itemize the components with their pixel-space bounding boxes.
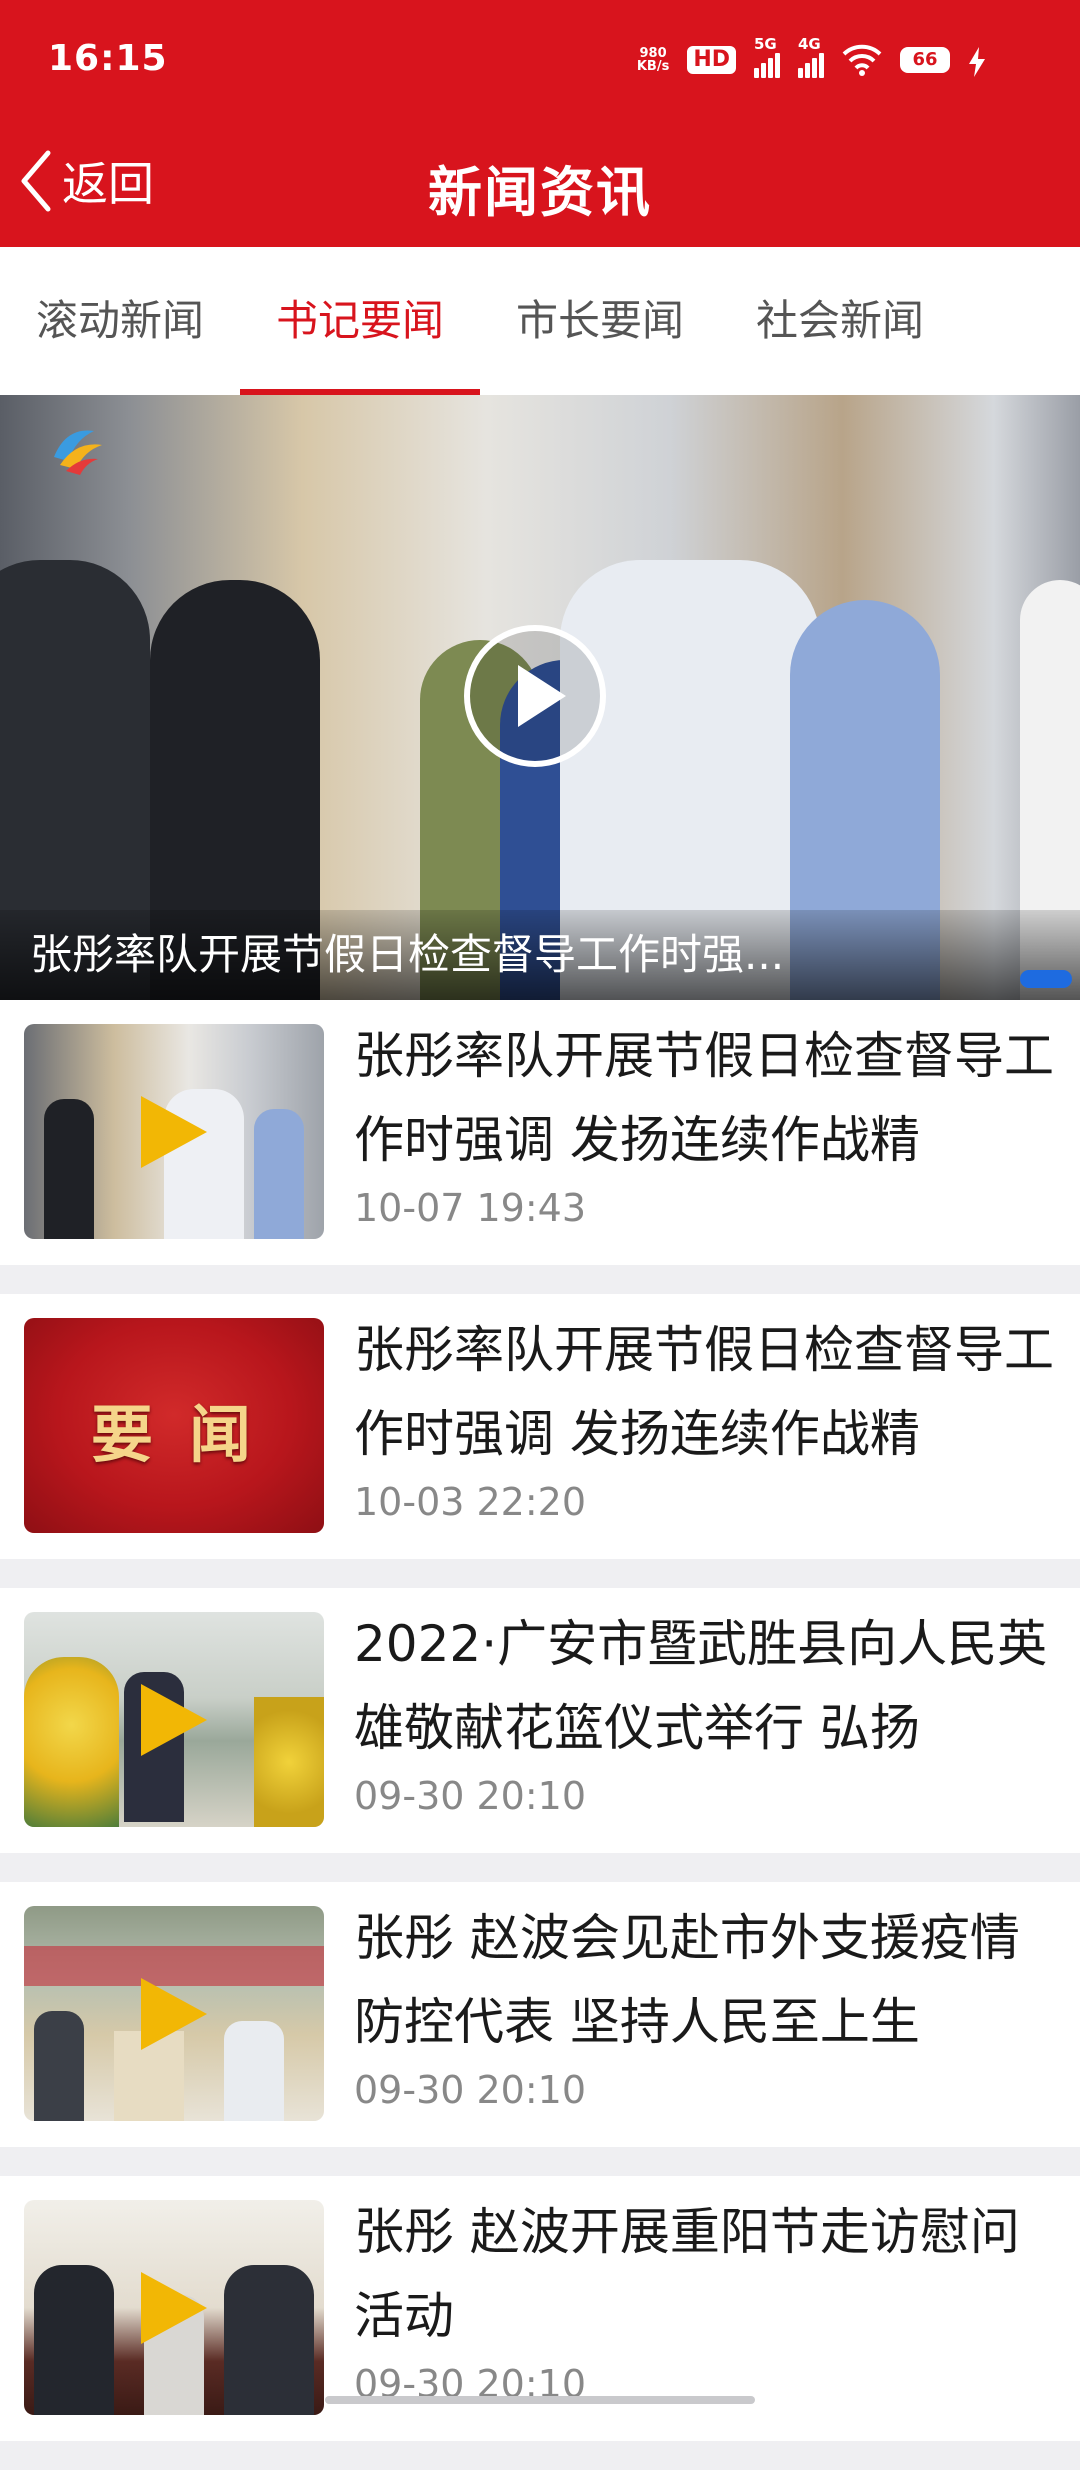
wifi-icon bbox=[842, 44, 882, 76]
news-title: 2022·广安市暨武胜县向人民英雄敬献花篮仪式举行 弘扬 bbox=[354, 1615, 1048, 1757]
play-icon[interactable] bbox=[462, 623, 608, 769]
news-thumbnail: 要闻 bbox=[24, 1318, 324, 1533]
news-list: 张彤率队开展节假日检查督导工作时强调 发扬连续作战精 10-07 19:43 要… bbox=[0, 1000, 1080, 2470]
news-title: 张彤 赵波会见赴市外支援疫情防控代表 坚持人民至上生 bbox=[354, 1909, 1020, 2051]
category-tabs: 滚动新闻 书记要闻 市长要闻 社会新闻 bbox=[0, 247, 1080, 395]
news-date: 10-07 19:43 bbox=[354, 1186, 587, 1230]
list-item[interactable]: 张彤率队开展节假日检查督导工作时强调 发扬连续作战精 10-07 19:43 bbox=[0, 1000, 1080, 1265]
tab-rolling-news[interactable]: 滚动新闻 bbox=[0, 247, 240, 395]
news-thumbnail bbox=[24, 1906, 324, 2121]
status-time: 16:15 bbox=[48, 38, 168, 79]
list-item[interactable]: 要闻 张彤率队开展节假日检查督导工作时强调 发扬连续作战精 10-03 22:2… bbox=[0, 1294, 1080, 1559]
featured-video-banner[interactable]: 张彤率队开展节假日检查督导工作时强... bbox=[0, 395, 1080, 1000]
news-title: 张彤 赵波开展重阳节走访慰问活动 bbox=[354, 2203, 1020, 2345]
app-header: 16:15 980 KB/s HD 5G 4G 66 返回 新闻资讯 bbox=[0, 0, 1080, 247]
tab-mayor-news[interactable]: 市长要闻 bbox=[480, 247, 720, 395]
news-date: 09-30 20:10 bbox=[354, 1774, 587, 1818]
signal-5g-icon: 5G bbox=[754, 35, 780, 78]
news-thumbnail bbox=[24, 2200, 324, 2415]
news-date: 10-03 22:20 bbox=[354, 1480, 587, 1524]
list-item[interactable]: 张彤 赵波会见赴市外支援疫情防控代表 坚持人民至上生 09-30 20:10 bbox=[0, 1882, 1080, 2147]
battery-icon: 66 bbox=[900, 47, 950, 73]
thumbnail-text: 要闻 bbox=[90, 1398, 287, 1471]
video-play-icon bbox=[141, 1684, 207, 1756]
hd-voice-icon: HD bbox=[687, 46, 736, 74]
signal-4g-icon: 4G bbox=[798, 35, 824, 78]
carousel-indicator bbox=[1020, 970, 1072, 988]
status-bar: 16:15 980 KB/s HD 5G 4G 66 bbox=[0, 0, 1080, 120]
video-play-icon bbox=[141, 1978, 207, 2050]
news-title: 张彤率队开展节假日检查督导工作时强调 发扬连续作战精 bbox=[354, 1027, 1054, 1169]
home-indicator[interactable] bbox=[325, 2396, 755, 2404]
channel-logo-icon bbox=[54, 430, 102, 475]
page-title: 新闻资讯 bbox=[428, 161, 652, 224]
charging-icon bbox=[969, 47, 985, 77]
news-date: 09-30 20:10 bbox=[354, 2068, 587, 2112]
video-play-icon bbox=[141, 2272, 207, 2344]
tab-social-news[interactable]: 社会新闻 bbox=[720, 247, 960, 395]
list-item[interactable]: 2022·广安市暨武胜县向人民英雄敬献花篮仪式举行 弘扬 09-30 20:10 bbox=[0, 1588, 1080, 1853]
title-bar: 返回 新闻资讯 bbox=[0, 120, 1080, 247]
news-title: 张彤率队开展节假日检查督导工作时强调 发扬连续作战精 bbox=[354, 1321, 1054, 1463]
network-speed: 980 KB/s bbox=[637, 47, 669, 73]
banner-caption: 张彤率队开展节假日检查督导工作时强... bbox=[0, 910, 1080, 1000]
news-thumbnail bbox=[24, 1612, 324, 1827]
status-icons: 980 KB/s HD 5G 4G 66 bbox=[637, 35, 950, 80]
news-thumbnail bbox=[24, 1024, 324, 1239]
network-speed-unit: KB/s bbox=[636, 59, 670, 74]
video-play-icon bbox=[141, 1096, 207, 1168]
tab-secretary-news[interactable]: 书记要闻 bbox=[240, 247, 480, 395]
